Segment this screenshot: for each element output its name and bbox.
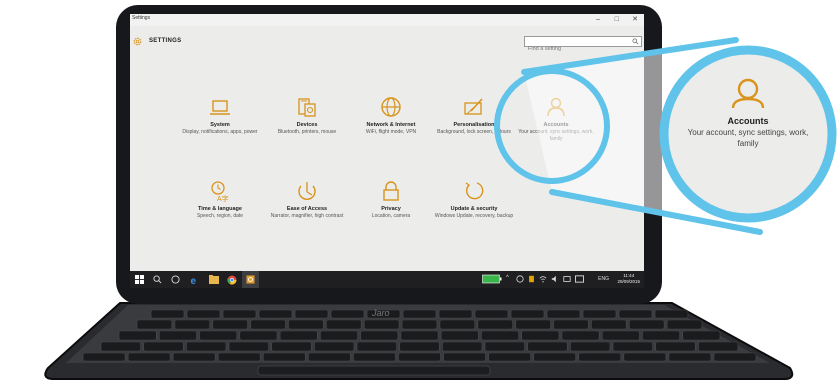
callout-accounts-label: Accounts Your account, sync settings, wo… <box>680 116 816 149</box>
laptop-illustration: Settings – □ ✕ SETTINGS Find a setting S… <box>0 0 838 381</box>
magnifier-callout <box>494 37 837 235</box>
callout-description: Your account, sync settings, work, famil… <box>687 128 809 148</box>
callout-title: Accounts <box>727 116 769 126</box>
